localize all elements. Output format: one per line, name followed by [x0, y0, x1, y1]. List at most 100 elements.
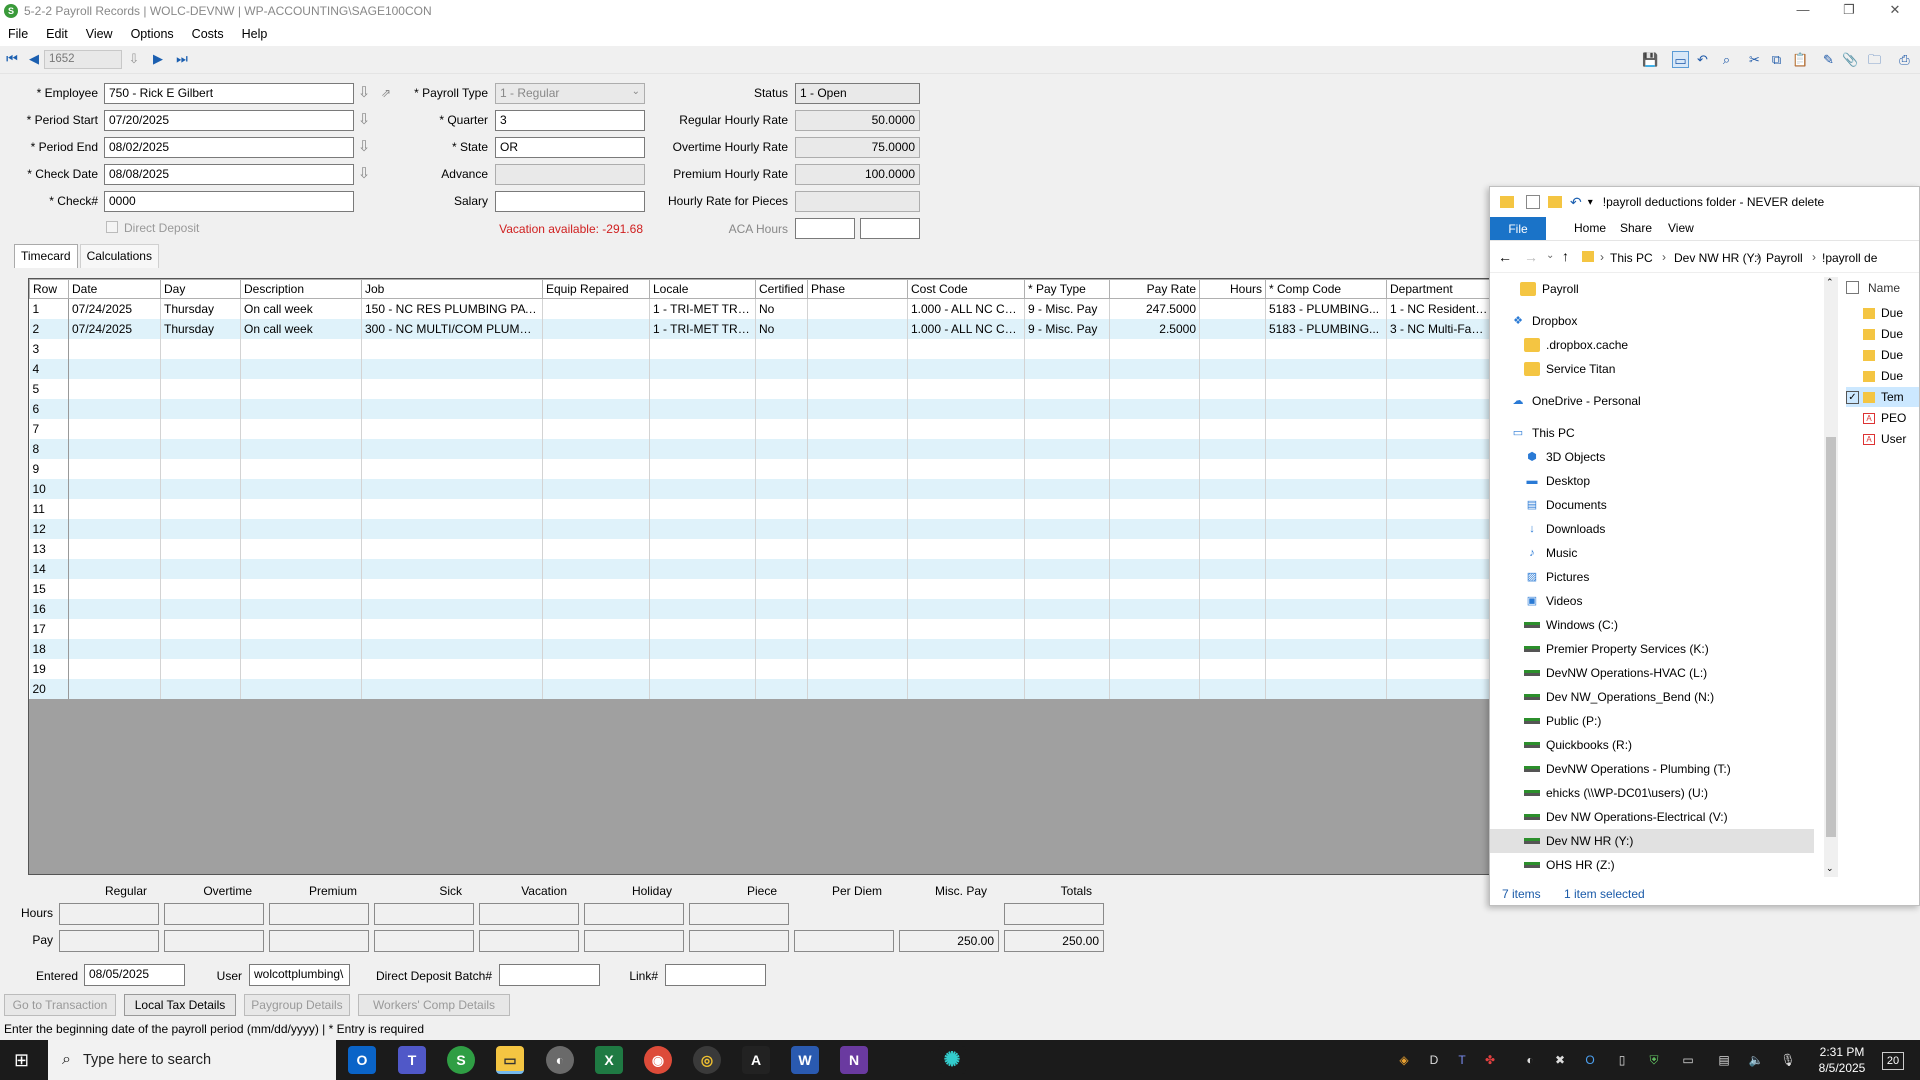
grid-cell[interactable] [1386, 578, 1489, 599]
grid-cell[interactable] [160, 558, 241, 579]
grid-cell[interactable] [807, 658, 908, 679]
grid-cell[interactable] [361, 358, 543, 379]
grid-cell[interactable] [907, 358, 1025, 379]
grid-cell[interactable] [1199, 558, 1266, 579]
grid-cell[interactable] [361, 558, 543, 579]
grid-cell[interactable]: 5183 - PLUMBING... [1265, 298, 1387, 319]
acrobat-icon[interactable]: A [742, 1046, 770, 1074]
grid-cell[interactable] [542, 358, 650, 379]
grid-cell[interactable] [1024, 378, 1110, 399]
grid-cell[interactable] [649, 478, 756, 499]
grid-cell[interactable] [542, 598, 650, 619]
grid-cell[interactable] [649, 598, 756, 619]
grid-cell[interactable] [240, 338, 362, 359]
volume-icon[interactable]: 🔈 [1748, 1052, 1764, 1068]
grid-cell[interactable] [160, 498, 241, 519]
quarter-field[interactable]: 3 [495, 110, 645, 131]
grid-cell[interactable] [1386, 398, 1489, 419]
grid-cell[interactable] [68, 618, 161, 639]
menu-view[interactable]: View [86, 27, 113, 41]
local-tax-details-button[interactable]: Local Tax Details [124, 994, 236, 1016]
grid-cell[interactable] [1265, 578, 1387, 599]
undo-icon[interactable]: ↶ [1694, 51, 1711, 68]
pay-total-field[interactable] [374, 930, 474, 952]
tray-dropbox-icon[interactable]: ✤ [1482, 1052, 1498, 1068]
grid-cell[interactable] [755, 458, 808, 479]
file-row[interactable]: Due [1846, 366, 1919, 386]
grid-cell[interactable] [1386, 558, 1489, 579]
grid-cell[interactable] [1109, 478, 1200, 499]
excel-icon[interactable]: X [595, 1046, 623, 1074]
grid-cell[interactable] [542, 478, 650, 499]
grid-cell[interactable] [1265, 618, 1387, 639]
grid-cell[interactable] [807, 358, 908, 379]
grid-cell[interactable] [807, 578, 908, 599]
grid-cell[interactable] [807, 598, 908, 619]
grid-cell[interactable] [1386, 498, 1489, 519]
grid-cell[interactable] [1199, 658, 1266, 679]
grid-cell[interactable] [1386, 438, 1489, 459]
tree-item[interactable]: Premier Property Services (K:) [1490, 637, 1814, 661]
grid-cell[interactable] [1109, 638, 1200, 659]
grid-cell[interactable] [907, 658, 1025, 679]
grid-cell[interactable] [1199, 478, 1266, 499]
hours-total-field[interactable] [59, 903, 159, 925]
grid-row[interactable]: 6 [29, 398, 1489, 419]
grid-cell[interactable] [649, 498, 756, 519]
grid-cell[interactable] [1024, 518, 1110, 539]
grid-cell[interactable] [361, 638, 543, 659]
undo-icon[interactable]: ↶ [1570, 194, 1582, 211]
path-payroll[interactable]: Payroll [1766, 251, 1803, 265]
grid-cell[interactable] [1024, 598, 1110, 619]
grid-cell[interactable] [907, 458, 1025, 479]
grid-cell[interactable] [160, 358, 241, 379]
tree-item[interactable]: ♪ Music [1490, 541, 1814, 565]
tree-item[interactable]: ▭ This PC [1490, 421, 1814, 445]
pay-total-field[interactable]: 250.00 [899, 930, 999, 952]
grid-cell[interactable] [1265, 478, 1387, 499]
link-field[interactable] [665, 964, 766, 986]
check-number-field[interactable]: 0000 [104, 191, 354, 212]
grid-col-header[interactable]: Equip Repaired [542, 279, 650, 299]
grid-cell[interactable] [1199, 498, 1266, 519]
name-column-header[interactable]: Name [1868, 281, 1900, 295]
cut-icon[interactable]: ✂ [1746, 51, 1763, 68]
file-row[interactable]: Due [1846, 303, 1919, 323]
grid-cell[interactable] [1109, 398, 1200, 419]
file-row[interactable]: A User [1846, 429, 1919, 449]
grid-cell[interactable] [755, 678, 808, 699]
tree-item[interactable]: OHS HR (Z:) [1490, 853, 1814, 877]
grid-cell[interactable] [240, 358, 362, 379]
grid-cell[interactable] [1199, 638, 1266, 659]
grid-cell[interactable] [1199, 458, 1266, 479]
menu-file[interactable]: File [8, 27, 28, 41]
grid-col-header[interactable]: Job [361, 279, 543, 299]
scroll-up-icon[interactable]: ⌃ [1826, 277, 1834, 288]
tree-item[interactable]: Quickbooks (R:) [1490, 733, 1814, 757]
grid-cell[interactable] [542, 678, 650, 699]
grid-cell[interactable] [542, 398, 650, 419]
grid-cell[interactable] [361, 518, 543, 539]
grid-row[interactable]: 19 [29, 658, 1489, 679]
grid-cell[interactable] [807, 338, 908, 359]
grid-cell[interactable] [649, 338, 756, 359]
grid-cell[interactable]: 2.5000 [1109, 318, 1200, 339]
navigation-pane[interactable]: Payroll ❖ Dropbox .dropbox.cache Service Tit… [1490, 277, 1814, 877]
tree-item[interactable]: Dev NW Operations-Electrical (V:) [1490, 805, 1814, 829]
sage-icon[interactable]: S [447, 1046, 475, 1074]
grid-cell[interactable] [907, 418, 1025, 439]
grid-cell[interactable] [361, 578, 543, 599]
notes-icon[interactable]: ✎ [1820, 51, 1837, 68]
tray-app-icon[interactable]: ◈ [1396, 1052, 1412, 1068]
period-end-field[interactable]: 08/02/2025 [104, 137, 354, 158]
hours-total-field[interactable] [479, 903, 579, 925]
grid-cell[interactable] [907, 638, 1025, 659]
grid-col-header[interactable]: Cost Code [907, 279, 1025, 299]
grid-cell[interactable] [807, 518, 908, 539]
grid-cell[interactable] [361, 538, 543, 559]
grid-row[interactable]: 4 [29, 358, 1489, 379]
onenote-icon[interactable]: N [840, 1046, 868, 1074]
grid-cell[interactable]: No [755, 298, 808, 319]
grid-cell[interactable] [1265, 398, 1387, 419]
find-icon[interactable]: ⌕ [1718, 51, 1735, 68]
